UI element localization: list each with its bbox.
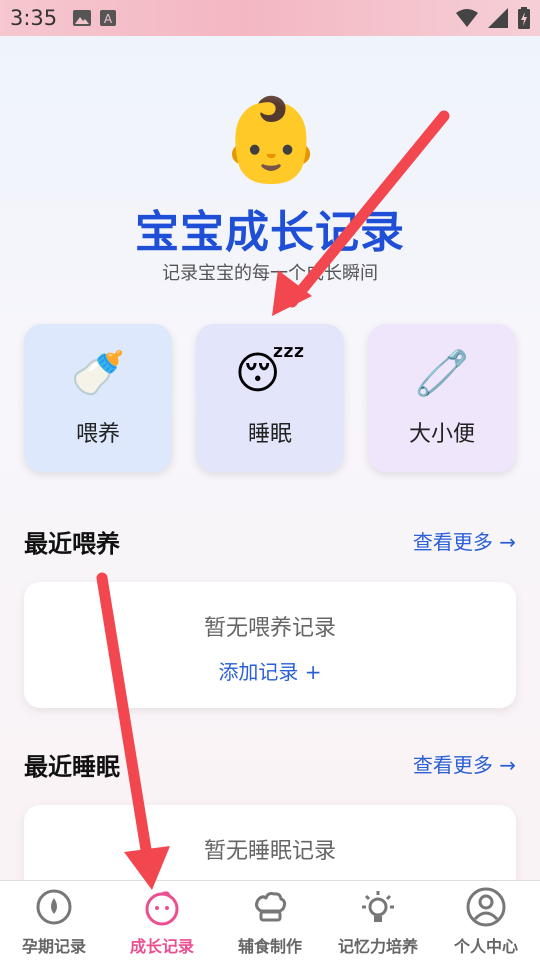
status-icons-right bbox=[456, 7, 530, 29]
sleep-section-title: 最近睡眠 bbox=[24, 753, 120, 781]
feeding-record-card: 暂无喂养记录 添加记录 + bbox=[24, 582, 516, 708]
status-time: 3:35 bbox=[10, 6, 58, 30]
baby-emoji-icon: 👶 bbox=[220, 93, 323, 188]
nav-label: 辅食制作 bbox=[237, 937, 302, 956]
hero-header: 👶 宝宝成长记录 记录宝宝的每一个成长瞬间 bbox=[0, 36, 540, 326]
baby-bottle-icon: 🍼 bbox=[70, 348, 126, 399]
status-bar: 3:35 A bbox=[0, 0, 540, 36]
nav-label: 成长记录 bbox=[129, 937, 194, 956]
sleep-more-link[interactable]: 查看更多 → bbox=[413, 749, 516, 778]
nav-baby-food[interactable]: 辅食制作 bbox=[216, 881, 324, 960]
nav-pregnancy-records[interactable]: 孕期记录 bbox=[0, 881, 108, 960]
potty-card-label: 大小便 bbox=[408, 422, 475, 447]
category-cards: 🍼 喂养 😴 睡眠 🧷 大小便 bbox=[24, 324, 516, 474]
feeding-card[interactable]: 🍼 喂养 bbox=[24, 324, 172, 472]
wifi-icon bbox=[456, 9, 478, 27]
page-title: 宝宝成长记录 bbox=[135, 207, 405, 258]
feeding-section-header: 最近喂养 查看更多 → bbox=[24, 524, 516, 560]
potty-card[interactable]: 🧷 大小便 bbox=[368, 324, 516, 472]
feeding-empty-text: 暂无喂养记录 bbox=[203, 616, 336, 641]
nav-label: 孕期记录 bbox=[21, 937, 86, 956]
feeding-card-label: 喂养 bbox=[75, 422, 120, 447]
status-icons-left: A bbox=[73, 10, 117, 26]
signal-icon bbox=[488, 8, 508, 28]
nav-profile[interactable]: 个人中心 bbox=[432, 881, 540, 960]
chef-hat-icon bbox=[255, 892, 287, 922]
baby-face-icon bbox=[145, 891, 179, 926]
sleep-card[interactable]: 😴 睡眠 bbox=[196, 324, 344, 472]
sleeping-face-icon: 😴 bbox=[234, 348, 306, 399]
bottom-nav: 孕期记录 成长记录 辅食制作 记忆力培养 个人中心 bbox=[0, 880, 540, 960]
sleep-card-label: 睡眠 bbox=[247, 422, 292, 447]
a-icon: A bbox=[100, 10, 117, 26]
add-feeding-record-button[interactable]: 添加记录 + bbox=[24, 656, 516, 685]
page-subtitle: 记录宝宝的每一个成长瞬间 bbox=[162, 263, 378, 284]
drop-circle-icon bbox=[36, 889, 72, 925]
nav-memory-training[interactable]: 记忆力培养 bbox=[324, 881, 432, 960]
nav-label: 个人中心 bbox=[453, 937, 518, 956]
image-icon bbox=[73, 10, 92, 26]
svg-text:A: A bbox=[104, 12, 113, 26]
safety-pin-icon: 🧷 bbox=[414, 348, 470, 399]
sleep-empty-text: 暂无睡眠记录 bbox=[203, 839, 336, 864]
nav-growth-records[interactable]: 成长记录 bbox=[108, 881, 216, 960]
battery-charging-icon bbox=[518, 7, 530, 29]
nav-label: 记忆力培养 bbox=[337, 937, 418, 956]
feeding-more-link[interactable]: 查看更多 → bbox=[413, 526, 516, 555]
lightbulb-icon bbox=[362, 891, 394, 922]
user-circle-icon bbox=[466, 887, 506, 927]
sleep-section-header: 最近睡眠 查看更多 → bbox=[24, 747, 516, 783]
feeding-section-title: 最近喂养 bbox=[24, 530, 120, 558]
